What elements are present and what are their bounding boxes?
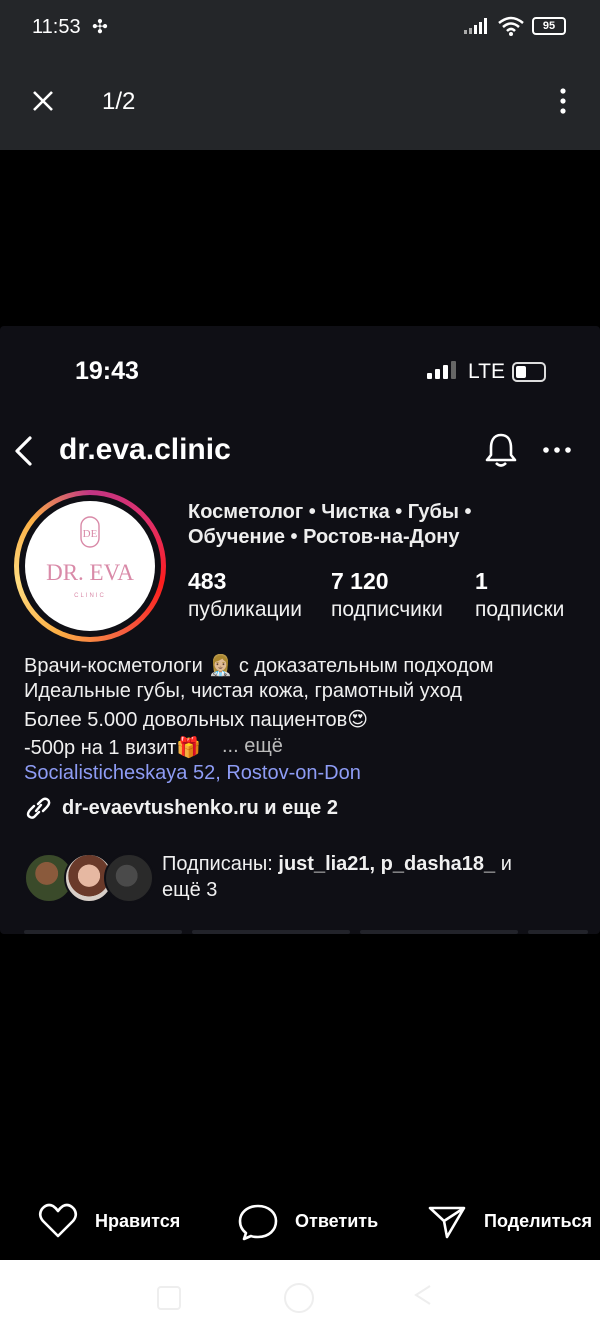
wifi-icon — [498, 16, 524, 36]
clinic-logo: DE DR. EVA CLINIC — [46, 516, 134, 599]
battery-icon: 95 — [532, 17, 566, 35]
highlight-placeholder — [192, 930, 350, 934]
inner-battery-icon — [512, 362, 546, 382]
viewer-toolbar — [0, 58, 600, 150]
close-icon[interactable] — [28, 86, 58, 116]
send-icon[interactable] — [427, 1203, 467, 1241]
fan-icon: ✣ — [92, 17, 108, 38]
category-line-1: Косметолог • Чистка • Губы • — [188, 501, 472, 523]
follower-avatar[interactable] — [104, 853, 154, 903]
back-arrow-icon[interactable] — [12, 434, 36, 468]
logo-monogram: DE — [83, 528, 98, 540]
followed-by-and: и — [495, 853, 512, 875]
home-icon[interactable] — [284, 1283, 314, 1313]
highlight-placeholder — [528, 930, 588, 934]
address-link[interactable]: Socialisticheskaya 52, Rostov-on-Don — [24, 762, 361, 785]
share-button[interactable]: Поделиться — [484, 1211, 592, 1232]
bio-more-link[interactable]: ... ещё — [222, 735, 283, 758]
followed-by-line-2[interactable]: ещё 3 — [162, 879, 217, 902]
logo-text: DR. EVA — [46, 560, 134, 585]
recents-icon[interactable] — [157, 1286, 181, 1310]
notification-bell-icon[interactable] — [483, 431, 519, 469]
more-options-icon[interactable] — [551, 86, 575, 116]
logo-subtext: CLINIC — [74, 593, 106, 599]
profile-more-icon[interactable] — [542, 440, 572, 460]
inner-signal-icon — [427, 361, 456, 379]
bio-line: Врачи-косметологи 👩🏼‍⚕️ с доказательным … — [24, 655, 494, 677]
followed-by-names: just_lia21, p_dasha18_ — [278, 853, 496, 875]
followers-count[interactable]: 7 120 — [331, 568, 389, 595]
followers-label[interactable]: подписчики — [331, 598, 443, 622]
image-counter: 1/2 — [102, 88, 136, 115]
signal-icon — [464, 18, 487, 34]
posts-label[interactable]: публикации — [188, 598, 302, 622]
followed-by-line-1[interactable]: Подписаны: just_lia21, p_dasha18_ и — [162, 853, 512, 876]
posts-count[interactable]: 483 — [188, 568, 226, 595]
like-button[interactable]: Нравится — [95, 1211, 180, 1232]
followed-by-prefix: Подписаны: — [162, 853, 279, 875]
link-icon — [26, 797, 51, 819]
following-count[interactable]: 1 — [475, 568, 488, 595]
profile-avatar[interactable]: DE DR. EVA CLINIC — [25, 501, 155, 631]
heart-icon[interactable] — [38, 1203, 78, 1239]
device-status-icons: 95 — [464, 16, 566, 36]
comment-bubble-icon[interactable] — [237, 1203, 279, 1241]
profile-username: dr.eva.clinic — [59, 433, 231, 466]
reply-button[interactable]: Ответить — [295, 1211, 378, 1232]
bio-line: Более 5.000 довольных пациентов😍 — [24, 709, 369, 731]
network-type: LTE — [468, 360, 505, 383]
bio-line: -500р на 1 визит🎁 — [24, 737, 202, 759]
following-label[interactable]: подписки — [475, 598, 564, 622]
highlight-placeholder — [360, 930, 518, 934]
website-link[interactable]: dr-evaevtushenko.ru и еще 2 — [62, 797, 338, 820]
device-clock: 11:53 — [32, 16, 81, 38]
category-line-2: Обучение • Ростов-на-Дону — [188, 526, 460, 548]
bio-line: Идеальные губы, чистая кожа, грамотный у… — [24, 680, 462, 702]
system-back-icon[interactable] — [412, 1283, 434, 1307]
inner-clock: 19:43 — [75, 357, 139, 385]
highlight-placeholder — [24, 930, 182, 934]
